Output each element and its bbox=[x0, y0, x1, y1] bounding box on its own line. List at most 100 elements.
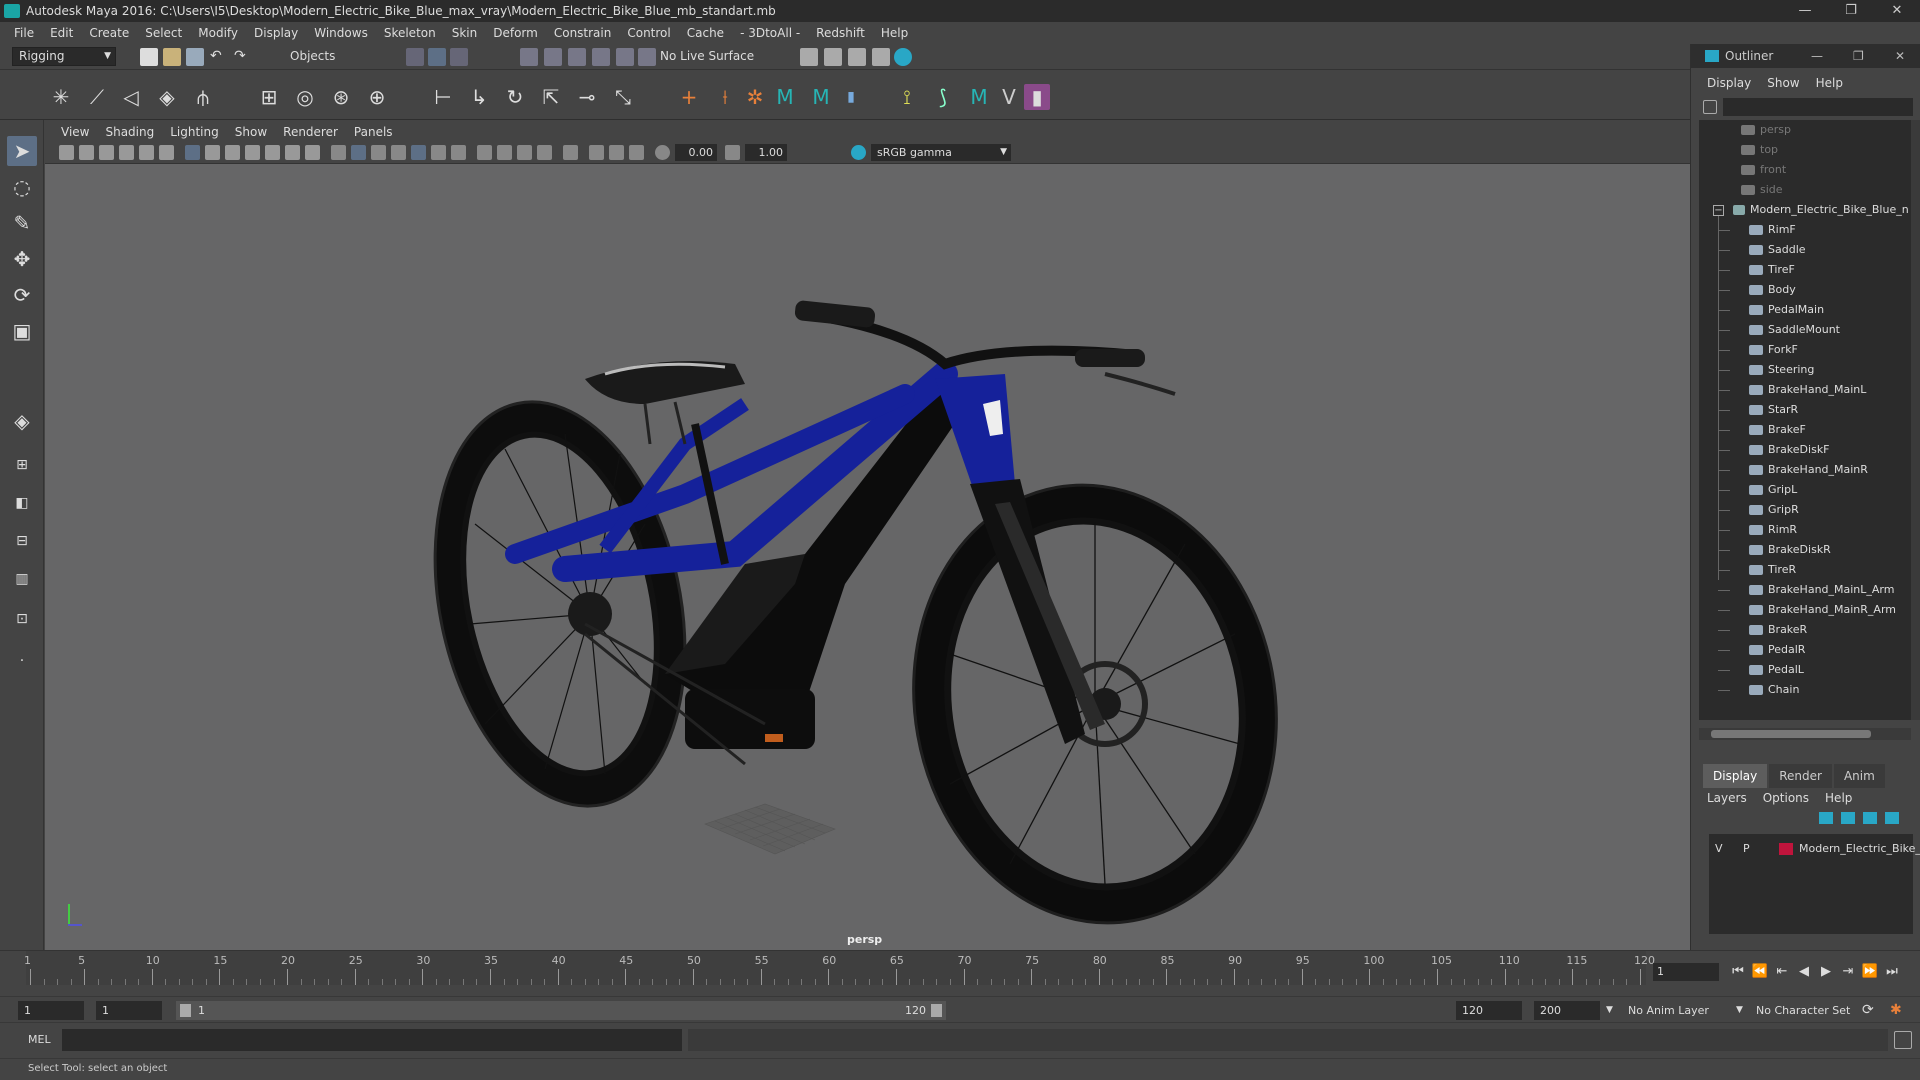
select-by-component-icon[interactable] bbox=[450, 48, 468, 66]
tree-item[interactable]: Saddle bbox=[1749, 240, 1806, 260]
menu-display[interactable]: Display bbox=[246, 26, 306, 40]
pole-vector-icon[interactable]: ⤡ bbox=[610, 84, 636, 110]
move-layer-down-icon[interactable] bbox=[1841, 812, 1855, 824]
select-by-hierarchy-icon[interactable] bbox=[406, 48, 424, 66]
collapse-toggle[interactable]: − bbox=[1713, 205, 1724, 216]
layer-menu-options[interactable]: Options bbox=[1755, 788, 1817, 808]
tree-item[interactable]: PedalR bbox=[1749, 640, 1805, 660]
fx-icon[interactable]: ✲ bbox=[742, 84, 768, 110]
ik-handle-icon[interactable]: ⟋ bbox=[84, 84, 110, 110]
menu-modify[interactable]: Modify bbox=[190, 26, 246, 40]
tree-item-persp[interactable]: persp bbox=[1741, 120, 1791, 140]
2d-pan-zoom-icon[interactable] bbox=[139, 145, 154, 160]
grease-pencil-icon[interactable] bbox=[159, 145, 174, 160]
viewport-menu-lighting[interactable]: Lighting bbox=[162, 125, 227, 139]
live-surface-field[interactable]: No Live Surface bbox=[656, 47, 766, 66]
textured-icon[interactable] bbox=[411, 145, 426, 160]
outliner-search-input[interactable] bbox=[1723, 98, 1913, 116]
depth-of-field-icon[interactable] bbox=[537, 145, 552, 160]
tree-item[interactable]: RimR bbox=[1749, 520, 1797, 540]
default-material-icon[interactable] bbox=[371, 145, 386, 160]
persp-outliner-layout-icon[interactable]: ◧ bbox=[7, 488, 37, 518]
layer-visibility-toggle[interactable]: V bbox=[1715, 840, 1723, 858]
rotate-tool-icon[interactable]: ⟳ bbox=[7, 280, 37, 310]
exposure-icon[interactable] bbox=[655, 145, 670, 160]
tree-item[interactable]: GripR bbox=[1749, 500, 1799, 520]
four-view-layout-icon[interactable]: ⊞ bbox=[7, 450, 37, 480]
anti-aliasing-icon[interactable] bbox=[517, 145, 532, 160]
color-management-icon[interactable] bbox=[851, 145, 866, 160]
tree-item-root[interactable]: Modern_Electric_Bike_Blue_n bbox=[1733, 200, 1909, 220]
aim-constraint-icon[interactable]: ↳ bbox=[466, 84, 492, 110]
custom-layout-icon[interactable]: ⊡ bbox=[7, 604, 37, 634]
script-icon[interactable]: ▮ bbox=[838, 84, 864, 110]
outliner-close-button[interactable]: ✕ bbox=[1895, 44, 1905, 68]
range-slider[interactable]: 1 120 bbox=[176, 1001, 946, 1020]
render-view-icon[interactable] bbox=[800, 48, 818, 66]
scale-constraint-icon[interactable]: ⇱ bbox=[538, 84, 564, 110]
menu-skin[interactable]: Skin bbox=[444, 26, 486, 40]
locator-icon[interactable]: + bbox=[676, 84, 702, 110]
persp-graph-layout-icon[interactable]: ⊟ bbox=[7, 526, 37, 556]
menu-3dtoall[interactable]: - 3DtoAll - bbox=[732, 26, 808, 40]
view-transform-select[interactable]: sRGB gamma ▼ bbox=[871, 144, 1011, 161]
viewport-menu-shading[interactable]: Shading bbox=[97, 125, 162, 139]
sculpt-icon[interactable]: ⟆ bbox=[930, 84, 956, 110]
lights-icon[interactable] bbox=[431, 145, 446, 160]
save-scene-icon[interactable] bbox=[186, 48, 204, 66]
camera-attributes-icon[interactable] bbox=[79, 145, 94, 160]
go-to-start-button[interactable]: ⏮ bbox=[1727, 963, 1749, 981]
tree-item-side[interactable]: side bbox=[1741, 180, 1783, 200]
open-scene-icon[interactable] bbox=[163, 48, 181, 66]
viewport-menu-renderer[interactable]: Renderer bbox=[275, 125, 346, 139]
tree-item[interactable]: PedalMain bbox=[1749, 300, 1824, 320]
redo-icon[interactable]: ↷ bbox=[234, 48, 252, 66]
step-forward-key-button[interactable]: ⏩ bbox=[1859, 963, 1881, 981]
film-gate-icon[interactable] bbox=[205, 145, 220, 160]
menu-select[interactable]: Select bbox=[137, 26, 190, 40]
resolution-gate-icon[interactable] bbox=[225, 145, 240, 160]
tree-item[interactable]: BrakeHand_MainR bbox=[1749, 460, 1868, 480]
time-slider-track[interactable]: 1 5 10 15 20 25 30 35 40 45 50 55 60 65 70 75 80 85 90 95 10… bbox=[24, 951, 1655, 985]
gamma-icon[interactable] bbox=[725, 145, 740, 160]
lattice-icon[interactable]: ⊞ bbox=[256, 84, 282, 110]
menu-control[interactable]: Control bbox=[619, 26, 678, 40]
tree-item[interactable]: GripL bbox=[1749, 480, 1797, 500]
menu-deform[interactable]: Deform bbox=[485, 26, 546, 40]
xray-icon[interactable] bbox=[589, 145, 604, 160]
move-tool-icon[interactable]: ✥ bbox=[7, 244, 37, 274]
joint-tool-icon[interactable]: ✳ bbox=[48, 84, 74, 110]
tree-item[interactable]: Steering bbox=[1749, 360, 1814, 380]
cvc-icon[interactable]: ⟊ bbox=[712, 84, 738, 110]
tree-item[interactable]: BrakeHand_MainL_Arm bbox=[1749, 580, 1894, 600]
cluster-icon[interactable]: ◎ bbox=[292, 84, 318, 110]
tree-item[interactable]: BrakeF bbox=[1749, 420, 1806, 440]
menu-windows[interactable]: Windows bbox=[306, 26, 376, 40]
camera-icon[interactable] bbox=[59, 145, 74, 160]
scrollbar-thumb[interactable] bbox=[1711, 730, 1871, 738]
hypershade-layout-icon[interactable]: ▥ bbox=[7, 564, 37, 594]
layer-row[interactable]: V P Modern_Electric_Bike_ bbox=[1709, 840, 1920, 858]
tree-item[interactable]: BrakeDiskR bbox=[1749, 540, 1831, 560]
menu-create[interactable]: Create bbox=[81, 26, 137, 40]
graph-icon[interactable]: ▮ bbox=[1024, 84, 1050, 110]
maya-shelf-icon-a[interactable]: M bbox=[772, 84, 798, 110]
menu-skeleton[interactable]: Skeleton bbox=[376, 26, 444, 40]
character-set-select[interactable]: No Character Set bbox=[1756, 1001, 1850, 1020]
animation-end-field[interactable]: 200 bbox=[1534, 1001, 1600, 1020]
layer-menu-layers[interactable]: Layers bbox=[1699, 788, 1755, 808]
outliner-maximize-button[interactable]: ❐ bbox=[1853, 44, 1864, 68]
menu-edit[interactable]: Edit bbox=[42, 26, 81, 40]
playback-end-field[interactable]: 120 bbox=[1456, 1001, 1522, 1020]
select-tool-icon[interactable]: ➤ bbox=[7, 136, 37, 166]
select-by-object-icon[interactable] bbox=[428, 48, 446, 66]
maya-shelf-icon-c[interactable]: M bbox=[966, 84, 992, 110]
layer-menu-help[interactable]: Help bbox=[1817, 788, 1860, 808]
snap-point-icon[interactable] bbox=[568, 48, 586, 66]
menu-help[interactable]: Help bbox=[873, 26, 916, 40]
time-slider[interactable]: 1 5 10 15 20 25 30 35 40 45 50 55 60 65 70 75 80 85 90 95 10… bbox=[0, 950, 1920, 996]
menu-file[interactable]: File bbox=[6, 26, 42, 40]
play-forwards-button[interactable]: ▶ bbox=[1815, 963, 1837, 981]
xray-components-icon[interactable] bbox=[629, 145, 644, 160]
exposure-field[interactable]: 0.00 bbox=[675, 144, 717, 161]
